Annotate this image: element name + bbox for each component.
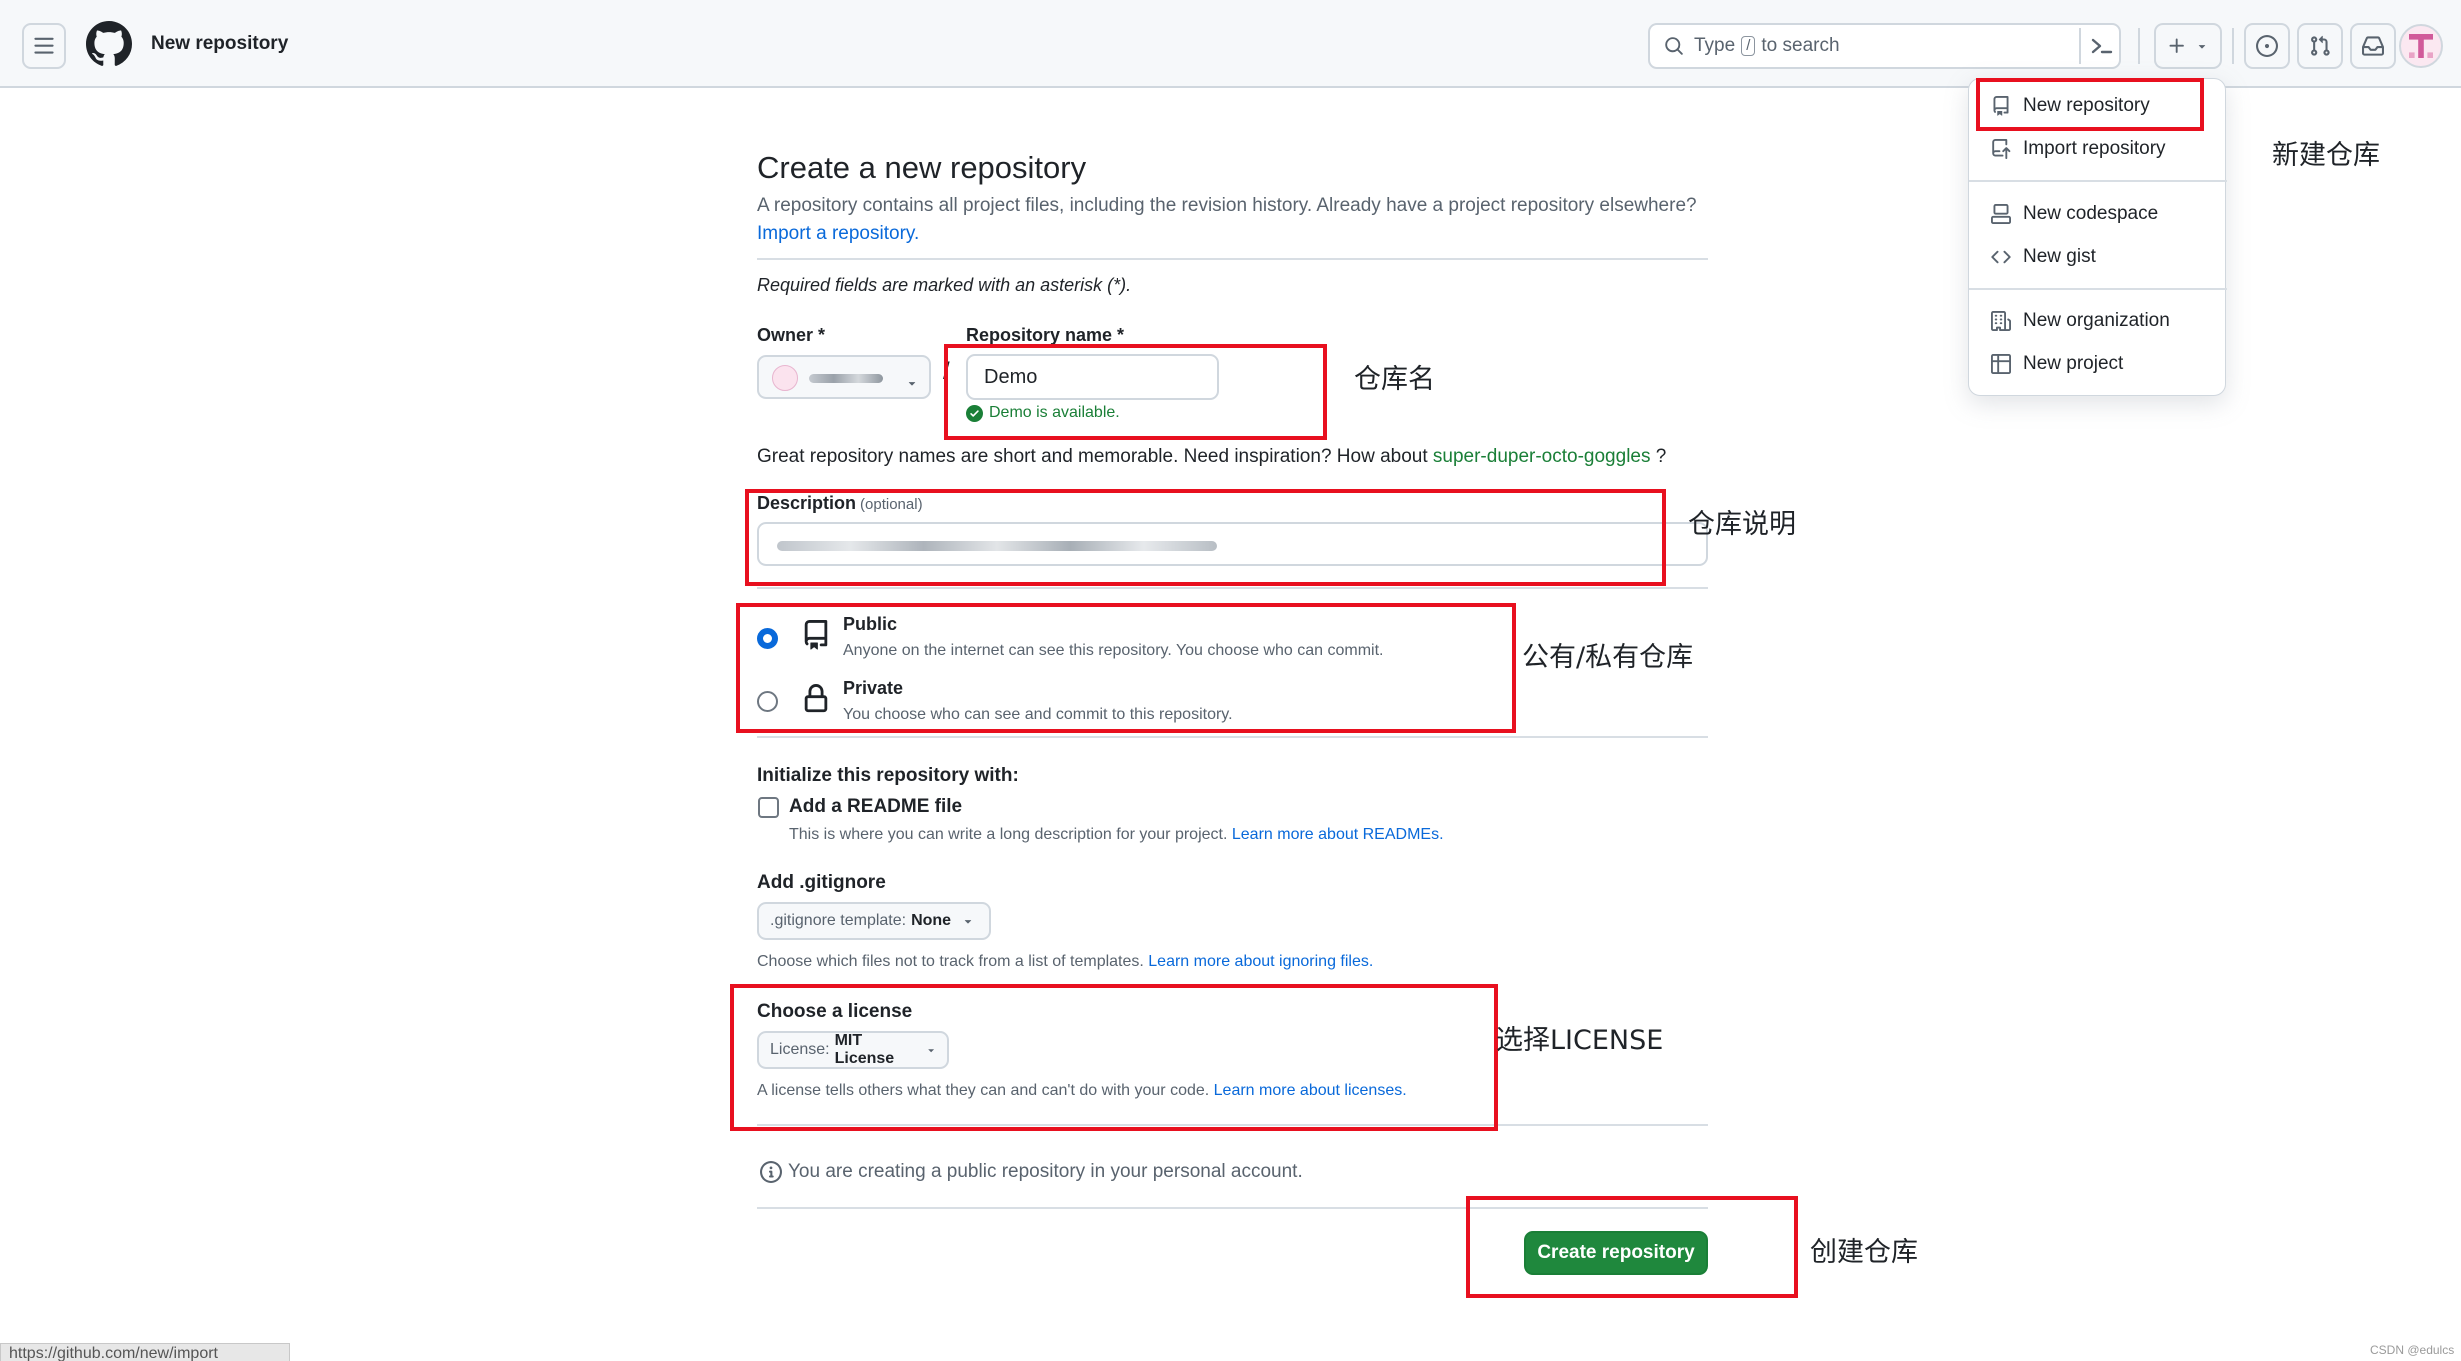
- header-divider: [2232, 28, 2234, 64]
- search-shortcut-key: /: [1741, 36, 1756, 56]
- owner-avatar: [772, 365, 798, 391]
- menu-divider: [1969, 288, 2227, 290]
- gitignore-learn-more-link[interactable]: Learn more about ignoring files.: [1148, 953, 1373, 970]
- divider: [757, 587, 1708, 589]
- git-pull-request-icon: [2311, 35, 2330, 56]
- name-suggestion-button[interactable]: super-duper-octo-goggles: [1433, 446, 1651, 467]
- search-input[interactable]: Type / to search: [1648, 23, 2121, 69]
- code-icon: [1991, 250, 2011, 264]
- plus-icon: [2169, 38, 2184, 53]
- menu-item-new-organization[interactable]: New organization: [1991, 310, 2170, 332]
- create-new-button[interactable]: [2154, 23, 2222, 69]
- top-header: New repository Type / to search: [0, 0, 2461, 88]
- repository-name-label: Repository name *: [966, 325, 1125, 345]
- menu-item-label: New gist: [2023, 246, 2096, 267]
- annotation-visibility: 公有/私有仓库: [1522, 642, 1694, 673]
- menu-item-label: New project: [2023, 353, 2124, 374]
- gitignore-dropdown-prefix: .gitignore template:: [770, 912, 907, 929]
- menu-item-new-project[interactable]: New project: [1991, 353, 2123, 375]
- initialize-label: Initialize this repository with:: [757, 765, 1019, 786]
- readme-description: This is where you can write a long descr…: [789, 826, 1444, 844]
- public-repository-note: You are creating a public repository in …: [760, 1161, 1303, 1183]
- divider: [757, 258, 1708, 260]
- annotation-description: 仓库说明: [1688, 509, 1796, 540]
- inbox-button[interactable]: [2350, 23, 2396, 69]
- gitignore-help-text: Choose which files not to track from a l…: [757, 953, 1144, 970]
- gitignore-dropdown-value: None: [911, 912, 952, 929]
- menu-item-new-codespace[interactable]: New codespace: [1991, 203, 2158, 225]
- menu-item-label: New codespace: [2023, 203, 2159, 224]
- page-context-title[interactable]: New repository: [151, 33, 288, 55]
- header-divider: [2138, 28, 2140, 64]
- search-placeholder-suffix: to search: [1761, 35, 1840, 56]
- name-inspiration: Great repository names are short and mem…: [757, 446, 1666, 468]
- page-title: Create a new repository: [757, 150, 1087, 185]
- menu-item-label: New organization: [2023, 310, 2170, 331]
- annotation-license: 选择LICENSE: [1496, 1025, 1664, 1056]
- annotation-create: 创建仓库: [1810, 1237, 1918, 1268]
- readme-label[interactable]: Add a README file: [789, 796, 962, 818]
- menu-item-new-gist[interactable]: New gist: [1991, 246, 2096, 268]
- annotation-box-description: [745, 489, 1666, 586]
- search-icon: [1665, 37, 1683, 55]
- inspiration-end: ?: [1655, 446, 1667, 467]
- menu-item-import-repository[interactable]: Import repository: [1991, 138, 2166, 160]
- search-placeholder-prefix: Type: [1694, 35, 1736, 56]
- watermark: CSDN @edulcs: [2370, 1343, 2455, 1357]
- identicon-icon: [2409, 34, 2433, 58]
- caret-down-icon: [2198, 45, 2206, 49]
- readme-learn-more-link[interactable]: Learn more about READMEs.: [1232, 826, 1444, 843]
- search-divider: [2079, 28, 2081, 64]
- gitignore-template-dropdown[interactable]: .gitignore template: None: [757, 902, 991, 940]
- public-note-text: You are creating a public repository in …: [788, 1161, 1303, 1182]
- hamburger-menu-button[interactable]: [22, 23, 66, 69]
- owner-label: Owner *: [757, 325, 826, 345]
- inspiration-text: Great repository names are short and mem…: [757, 446, 1428, 467]
- table-icon: [1991, 354, 2011, 374]
- repo-push-icon: [1992, 139, 2011, 159]
- annotation-box-create: [1466, 1196, 1798, 1298]
- annotation-repository-name: 仓库名: [1354, 364, 1435, 395]
- codespaces-icon: [1991, 204, 2011, 224]
- annotation-new-repository: 新建仓库: [2272, 140, 2380, 171]
- status-bar-url: https://github.com/new/import: [0, 1343, 290, 1361]
- menu-divider: [1969, 180, 2227, 182]
- readme-description-text: This is where you can write a long descr…: [789, 826, 1228, 843]
- gitignore-label: Add .gitignore: [757, 872, 886, 893]
- organization-icon: [1991, 311, 2011, 331]
- required-fields-note: Required fields are marked with an aster…: [757, 275, 1132, 295]
- inbox-icon: [2362, 36, 2384, 56]
- pull-requests-button[interactable]: [2297, 23, 2343, 69]
- issues-button[interactable]: [2244, 23, 2290, 69]
- hamburger-icon: [34, 37, 54, 54]
- github-logo-icon[interactable]: [86, 21, 132, 67]
- info-icon: [760, 1161, 782, 1183]
- import-repository-link[interactable]: Import a repository.: [757, 223, 919, 245]
- owner-name-redacted: [809, 374, 883, 383]
- page-subtitle: A repository contains all project files,…: [757, 195, 1697, 216]
- annotation-box-license: [730, 984, 1498, 1131]
- caret-down-icon: [908, 382, 916, 386]
- caret-down-icon: [964, 920, 972, 924]
- divider: [757, 736, 1708, 738]
- annotation-box-new-repository: [1976, 78, 2204, 131]
- owner-dropdown[interactable]: [757, 355, 931, 399]
- annotation-box-visibility: [736, 603, 1516, 733]
- annotation-box-repository-name: [944, 344, 1327, 440]
- command-palette-icon[interactable]: [2086, 30, 2118, 62]
- menu-item-label: Import repository: [2023, 138, 2166, 159]
- user-avatar[interactable]: [2399, 24, 2443, 68]
- issue-opened-icon: [2256, 35, 2278, 57]
- readme-checkbox[interactable]: [758, 797, 779, 818]
- gitignore-help: Choose which files not to track from a l…: [757, 953, 1373, 971]
